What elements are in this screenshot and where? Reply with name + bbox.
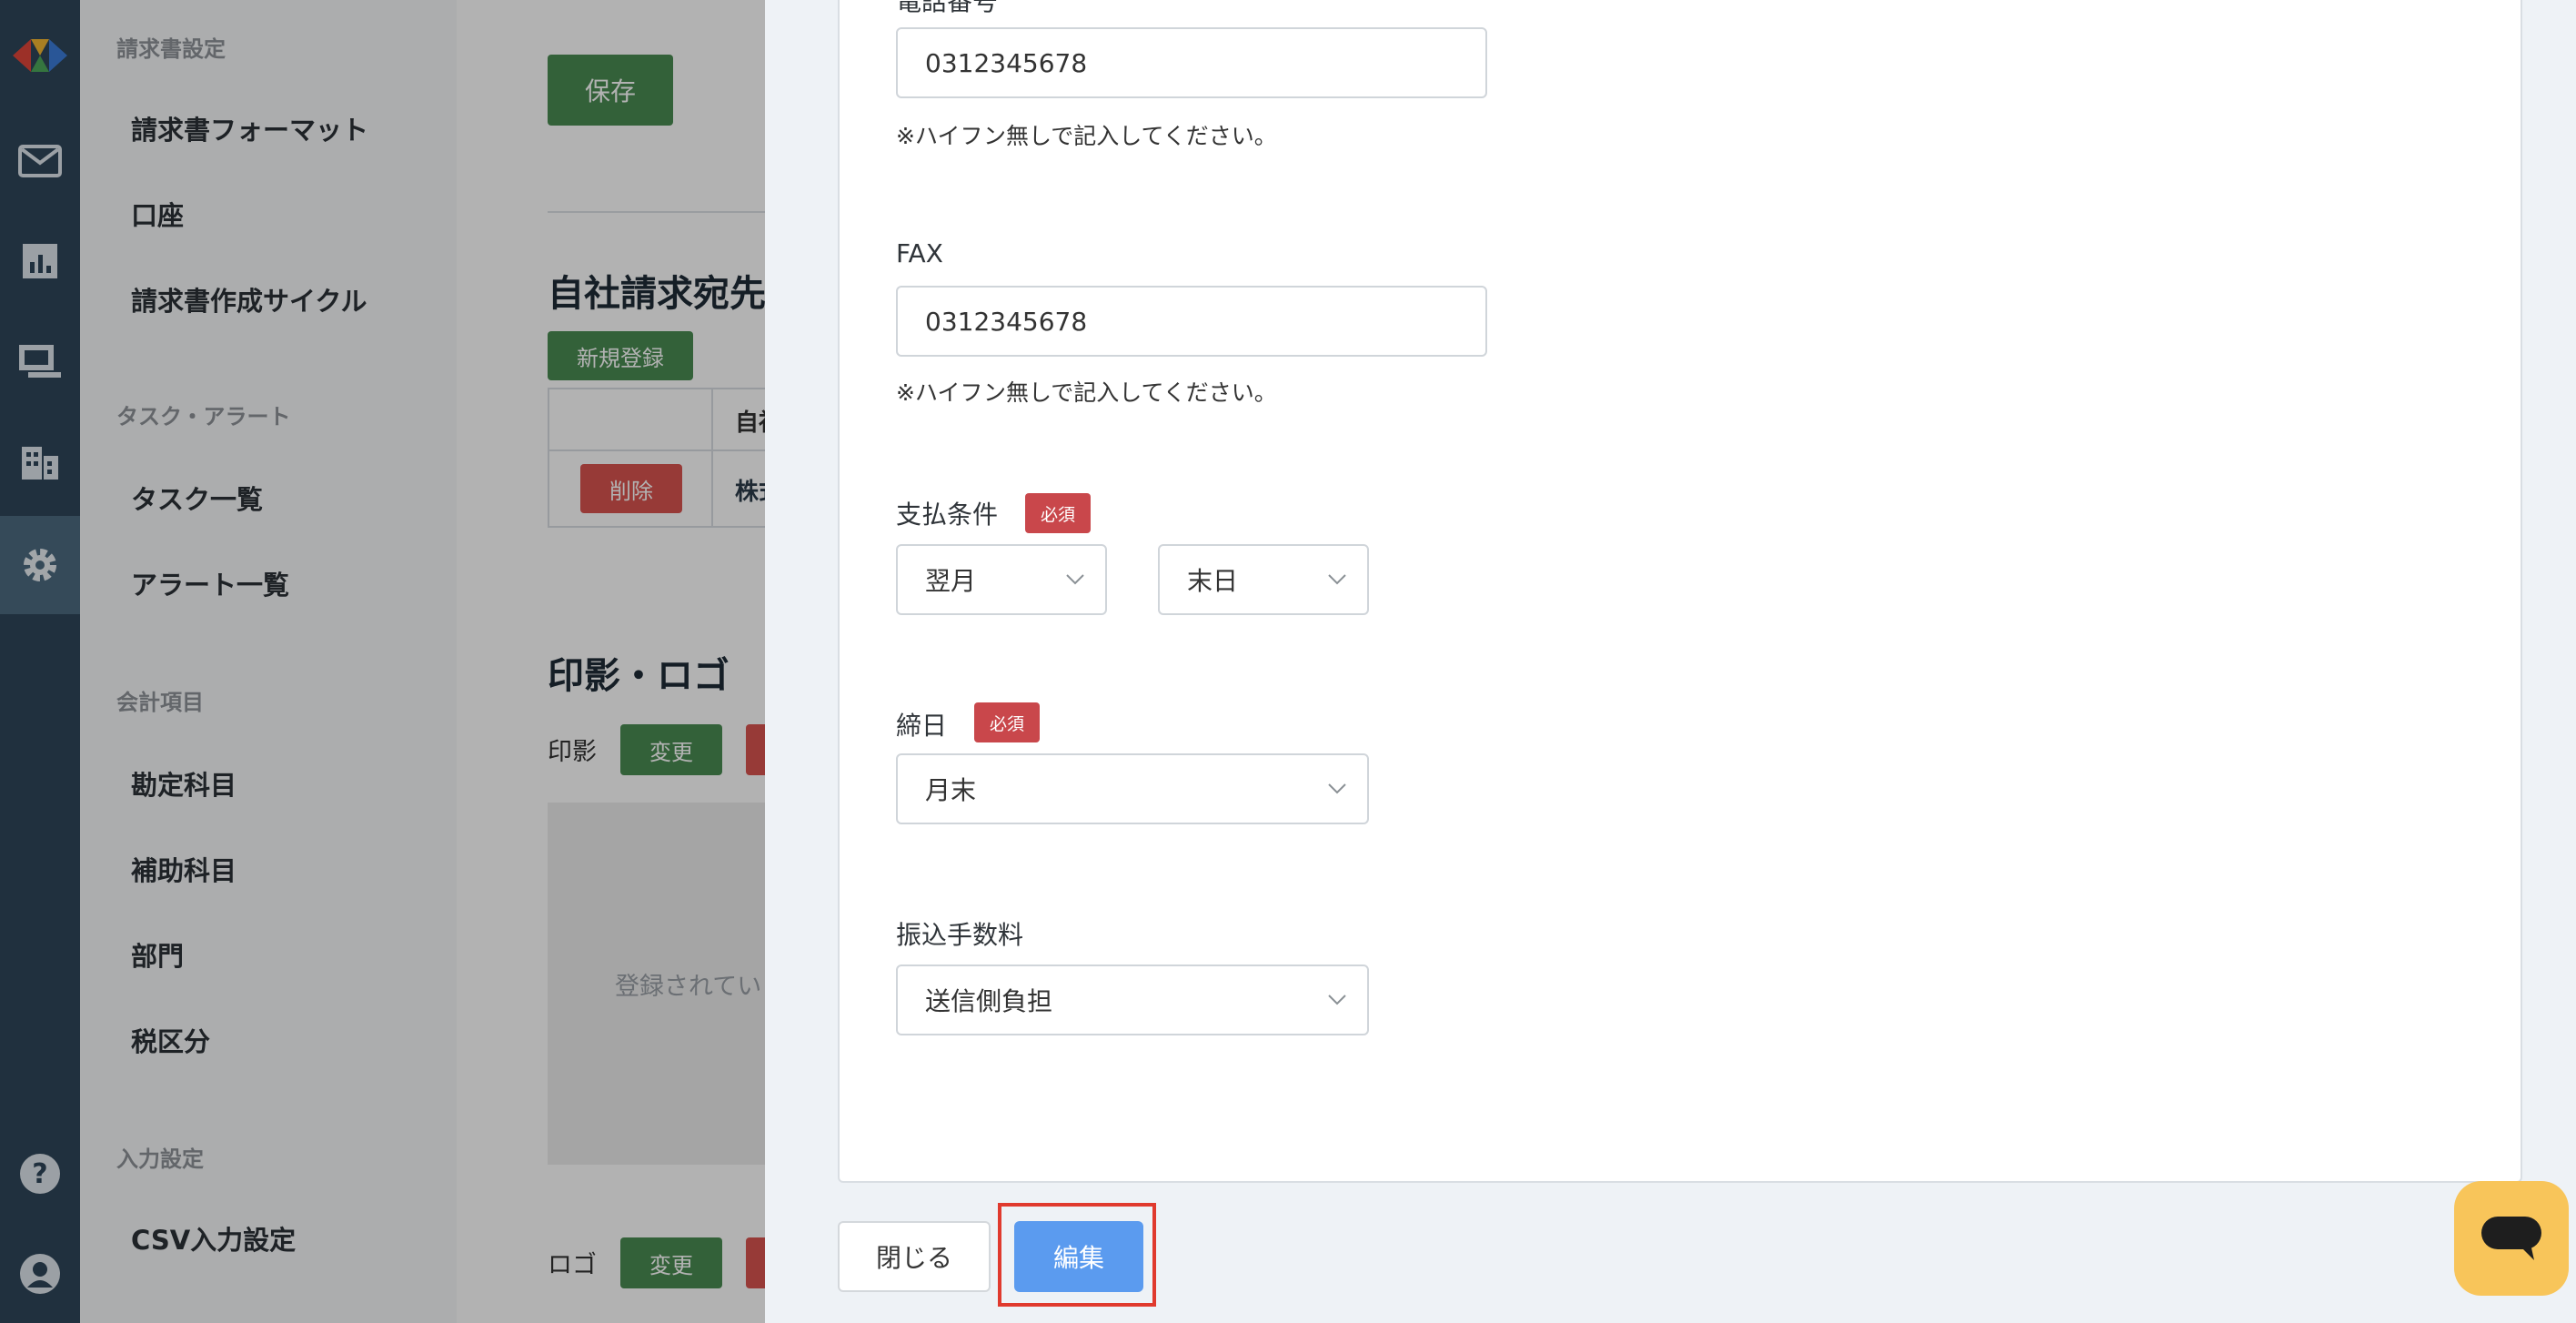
- payment-terms-label: 支払条件: [896, 500, 999, 530]
- fax-input[interactable]: 0312345678: [896, 286, 1487, 357]
- chevron-down-icon: [1328, 995, 1346, 1005]
- payment-day-value: 末日: [1187, 566, 1239, 596]
- closing-day-value: 月末: [925, 775, 977, 805]
- required-badge: 必須: [1025, 493, 1091, 533]
- close-button[interactable]: 閉じる: [838, 1221, 991, 1292]
- fax-note: ※ハイフン無しで記入してください。: [896, 379, 1277, 406]
- chat-bubble-icon: [2481, 1217, 2541, 1260]
- closing-day-select[interactable]: 月末: [896, 753, 1369, 824]
- form-card: 電話番号 0312345678 ※ハイフン無しで記入してください。 FAX 03…: [838, 0, 2522, 1183]
- closing-day-label: 締日: [896, 711, 948, 741]
- phone-input[interactable]: 0312345678: [896, 27, 1487, 98]
- payment-month-value: 翌月: [925, 566, 977, 596]
- highlight-box: [998, 1203, 1156, 1307]
- payment-month-select[interactable]: 翌月: [896, 544, 1107, 615]
- phone-label: 電話番号: [896, 0, 999, 16]
- payment-day-select[interactable]: 末日: [1158, 544, 1369, 615]
- edit-drawer: 電話番号 0312345678 ※ハイフン無しで記入してください。 FAX 03…: [765, 0, 2576, 1323]
- transfer-fee-select[interactable]: 送信側負担: [896, 964, 1369, 1035]
- modal-overlay[interactable]: [0, 0, 765, 1323]
- chevron-down-icon: [1328, 574, 1346, 585]
- transfer-fee-value: 送信側負担: [925, 986, 1053, 1016]
- chevron-down-icon: [1328, 783, 1346, 794]
- chat-widget-button[interactable]: [2454, 1181, 2569, 1296]
- chevron-down-icon: [1066, 574, 1084, 585]
- required-badge: 必須: [974, 702, 1040, 742]
- transfer-fee-label: 振込手数料: [896, 920, 1024, 950]
- fax-label: FAX: [896, 238, 943, 268]
- phone-note: ※ハイフン無しで記入してください。: [896, 123, 1277, 149]
